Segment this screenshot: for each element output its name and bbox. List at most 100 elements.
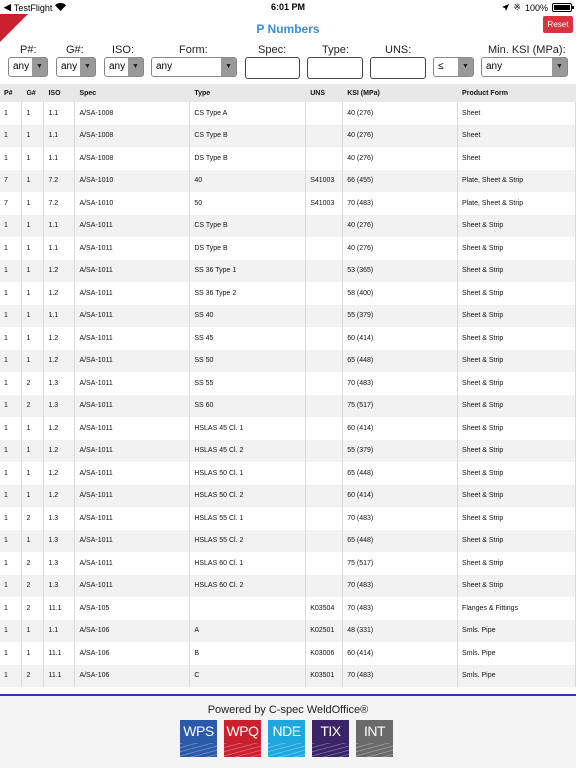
- table-cell: 1: [0, 484, 23, 507]
- column-header[interactable]: Product Form: [457, 84, 576, 102]
- p-numbers-table[interactable]: P# G# ISO Spec Type UNS KSI (MPa) Product Form …: [0, 84, 576, 694]
- table-row[interactable]: 7 1 7.2 A/SA-1010 50 S41003 70 (483) Plate, She…: [0, 192, 576, 215]
- table-cell: 11.1: [43, 597, 76, 620]
- product-decoration: [312, 743, 349, 757]
- p-filter-select[interactable]: any ▼: [8, 57, 48, 77]
- chevron-down-icon: ▼: [221, 58, 236, 76]
- table-row[interactable]: 1 1 1.1 A/SA-1008 CS Type B 40 (276) Sheet: [0, 124, 576, 147]
- table-row[interactable]: 1 1 1.2 A/SA-1011 HSLAS 50 Cl. 2 60 (414) Shee…: [0, 484, 576, 507]
- table-cell: 40: [189, 169, 307, 192]
- table-cell: K03006: [305, 642, 344, 665]
- table-row[interactable]: 1 1 1.2 A/SA-1011 SS 45 60 (414) Sheet & Strip: [0, 327, 576, 350]
- column-header[interactable]: Spec: [74, 84, 191, 102]
- table-cell: 2: [21, 552, 45, 575]
- column-header[interactable]: G#: [21, 84, 45, 102]
- table-row[interactable]: 1 2 1.3 A/SA-1011 HSLAS 60 Cl. 2 70 (483) Shee…: [0, 574, 576, 597]
- table-cell: 1.1: [43, 619, 76, 642]
- table-cell: Sheet & Strip: [457, 417, 576, 440]
- table-cell: A/SA-106: [74, 642, 191, 665]
- table-cell: 1.2: [43, 282, 76, 305]
- product-label: TIX: [320, 723, 341, 739]
- table-row[interactable]: 1 2 1.3 A/SA-1011 SS 60 75 (517) Sheet & Strip: [0, 394, 576, 417]
- table-row[interactable]: 1 1 1.3 A/SA-1011 HSLAS 55 Cl. 2 65 (448) Shee…: [0, 529, 576, 552]
- table-cell: Sheet & Strip: [457, 439, 576, 462]
- table-cell: SS 36 Type 1: [189, 259, 307, 282]
- product-tile-int[interactable]: INT: [356, 720, 393, 757]
- form-filter-select[interactable]: any ▼: [151, 57, 237, 77]
- table-cell: 75 (517): [342, 552, 459, 575]
- table-cell: [305, 102, 344, 125]
- table-cell: A: [189, 619, 307, 642]
- table-row[interactable]: 1 2 1.3 A/SA-1011 HSLAS 60 Cl. 1 75 (517) Shee…: [0, 552, 576, 575]
- table-row[interactable]: 1 1 1.1 A/SA-1008 CS Type A 40 (276) Sheet: [0, 102, 576, 125]
- table-cell: Sheet & Strip: [457, 507, 576, 530]
- ksi-filter-select[interactable]: any ▼: [481, 57, 568, 77]
- table-cell: Sheet & Strip: [457, 237, 576, 260]
- table-cell: B: [189, 642, 307, 665]
- table-cell: [305, 394, 344, 417]
- product-decoration: [356, 743, 393, 757]
- table-row[interactable]: 1 1 1.1 A/SA-1008 DS Type B 40 (276) Sheet: [0, 147, 576, 170]
- table-cell: 1: [0, 237, 23, 260]
- table-row[interactable]: 1 1 1.2 A/SA-1011 SS 36 Type 1 53 (365) Sheet …: [0, 259, 576, 282]
- table-row[interactable]: 1 1 1.1 A/SA-1011 SS 40 55 (379) Sheet & Strip: [0, 304, 576, 327]
- table-cell: [305, 574, 344, 597]
- uns-filter-input[interactable]: [370, 57, 426, 79]
- table-cell: 1: [21, 169, 45, 192]
- table-row[interactable]: 1 1 1.1 A/SA-106 A K02501 48 (331) Smls. Pipe: [0, 619, 576, 642]
- table-cell: 1.2: [43, 349, 76, 372]
- table-row[interactable]: 1 2 1.3 A/SA-1011 HSLAS 55 Cl. 1 70 (483) Shee…: [0, 507, 576, 530]
- table-cell: 1: [21, 349, 45, 372]
- g-filter-select[interactable]: any ▼: [56, 57, 96, 77]
- table-row[interactable]: 1 1 1.2 A/SA-1011 HSLAS 45 Cl. 2 55 (379) Shee…: [0, 439, 576, 462]
- table-header-row: P# G# ISO Spec Type UNS KSI (MPa) Product Form: [0, 84, 576, 102]
- table-cell: 40 (276): [342, 102, 459, 125]
- column-header[interactable]: P#: [0, 84, 23, 102]
- chevron-down-icon: ▼: [32, 58, 47, 76]
- table-row[interactable]: 1 2 11.1 A/SA-105 K03504 70 (483) Flanges & Fi…: [0, 597, 576, 620]
- table-cell: 60 (414): [342, 417, 459, 440]
- table-row[interactable]: 1 1 1.2 A/SA-1011 HSLAS 50 Cl. 1 65 (448) Shee…: [0, 462, 576, 485]
- column-header[interactable]: ISO: [43, 84, 76, 102]
- product-tile-nde[interactable]: NDE: [268, 720, 305, 757]
- type-filter-input[interactable]: [307, 57, 363, 79]
- table-row[interactable]: 1 1 1.2 A/SA-1011 HSLAS 45 Cl. 1 60 (414) Shee…: [0, 417, 576, 440]
- product-tile-wpq[interactable]: WPQ: [224, 720, 261, 757]
- reset-button[interactable]: Reset: [543, 16, 573, 33]
- table-cell: 1: [21, 192, 45, 215]
- product-label: WPQ: [226, 723, 259, 739]
- table-row[interactable]: 1 1 11.1 A/SA-106 B K03006 60 (414) Smls. Pipe: [0, 642, 576, 665]
- ksi-operator-select[interactable]: ≤ ▼: [433, 57, 474, 77]
- table-cell: HSLAS 50 Cl. 1: [189, 462, 307, 485]
- table-row[interactable]: 1 1 1.2 A/SA-1011 SS 50 65 (448) Sheet & Strip: [0, 349, 576, 372]
- ksi-filter-value: any: [486, 61, 503, 72]
- table-row[interactable]: 7 1 7.2 A/SA-1010 40 S41003 66 (455) Plate, She…: [0, 169, 576, 192]
- table-cell: 66 (455): [342, 169, 459, 192]
- spec-filter-input[interactable]: [245, 57, 300, 79]
- table-cell: 1: [0, 507, 23, 530]
- table-cell: Sheet & Strip: [457, 552, 576, 575]
- table-row[interactable]: 1 1 1.1 A/SA-1011 DS Type B 40 (276) Sheet & S…: [0, 237, 576, 260]
- table-cell: 1: [21, 124, 45, 147]
- table-row[interactable]: 1 1 1.1 A/SA-1011 CS Type B 40 (276) Sheet & S…: [0, 214, 576, 237]
- table-cell: 40 (276): [342, 124, 459, 147]
- table-row[interactable]: 1 2 11.1 A/SA-106 C K03501 70 (483) Smls. Pipe: [0, 664, 576, 687]
- product-tile-wps[interactable]: WPS: [180, 720, 217, 757]
- table-cell: 40 (276): [342, 214, 459, 237]
- column-header[interactable]: KSI (MPa): [342, 84, 459, 102]
- table-cell: 1: [0, 552, 23, 575]
- column-header[interactable]: Type: [189, 84, 307, 102]
- product-tile-tix[interactable]: TIX: [312, 720, 349, 757]
- table-cell: A/SA-1008: [74, 102, 191, 125]
- column-header[interactable]: UNS: [305, 84, 344, 102]
- table-row[interactable]: 1 1 1.2 A/SA-1011 SS 36 Type 2 58 (400) Sheet …: [0, 282, 576, 305]
- table-cell: 1: [21, 282, 45, 305]
- iso-filter-select[interactable]: any ▼: [104, 57, 144, 77]
- table-cell: 1.2: [43, 484, 76, 507]
- table-cell: 1: [0, 372, 23, 395]
- table-cell: 1.2: [43, 327, 76, 350]
- table-cell: C: [189, 664, 307, 687]
- table-cell: 2: [21, 372, 45, 395]
- table-row[interactable]: 1 2 1.3 A/SA-1011 SS 55 70 (483) Sheet & Strip: [0, 372, 576, 395]
- table-cell: 50: [189, 192, 307, 215]
